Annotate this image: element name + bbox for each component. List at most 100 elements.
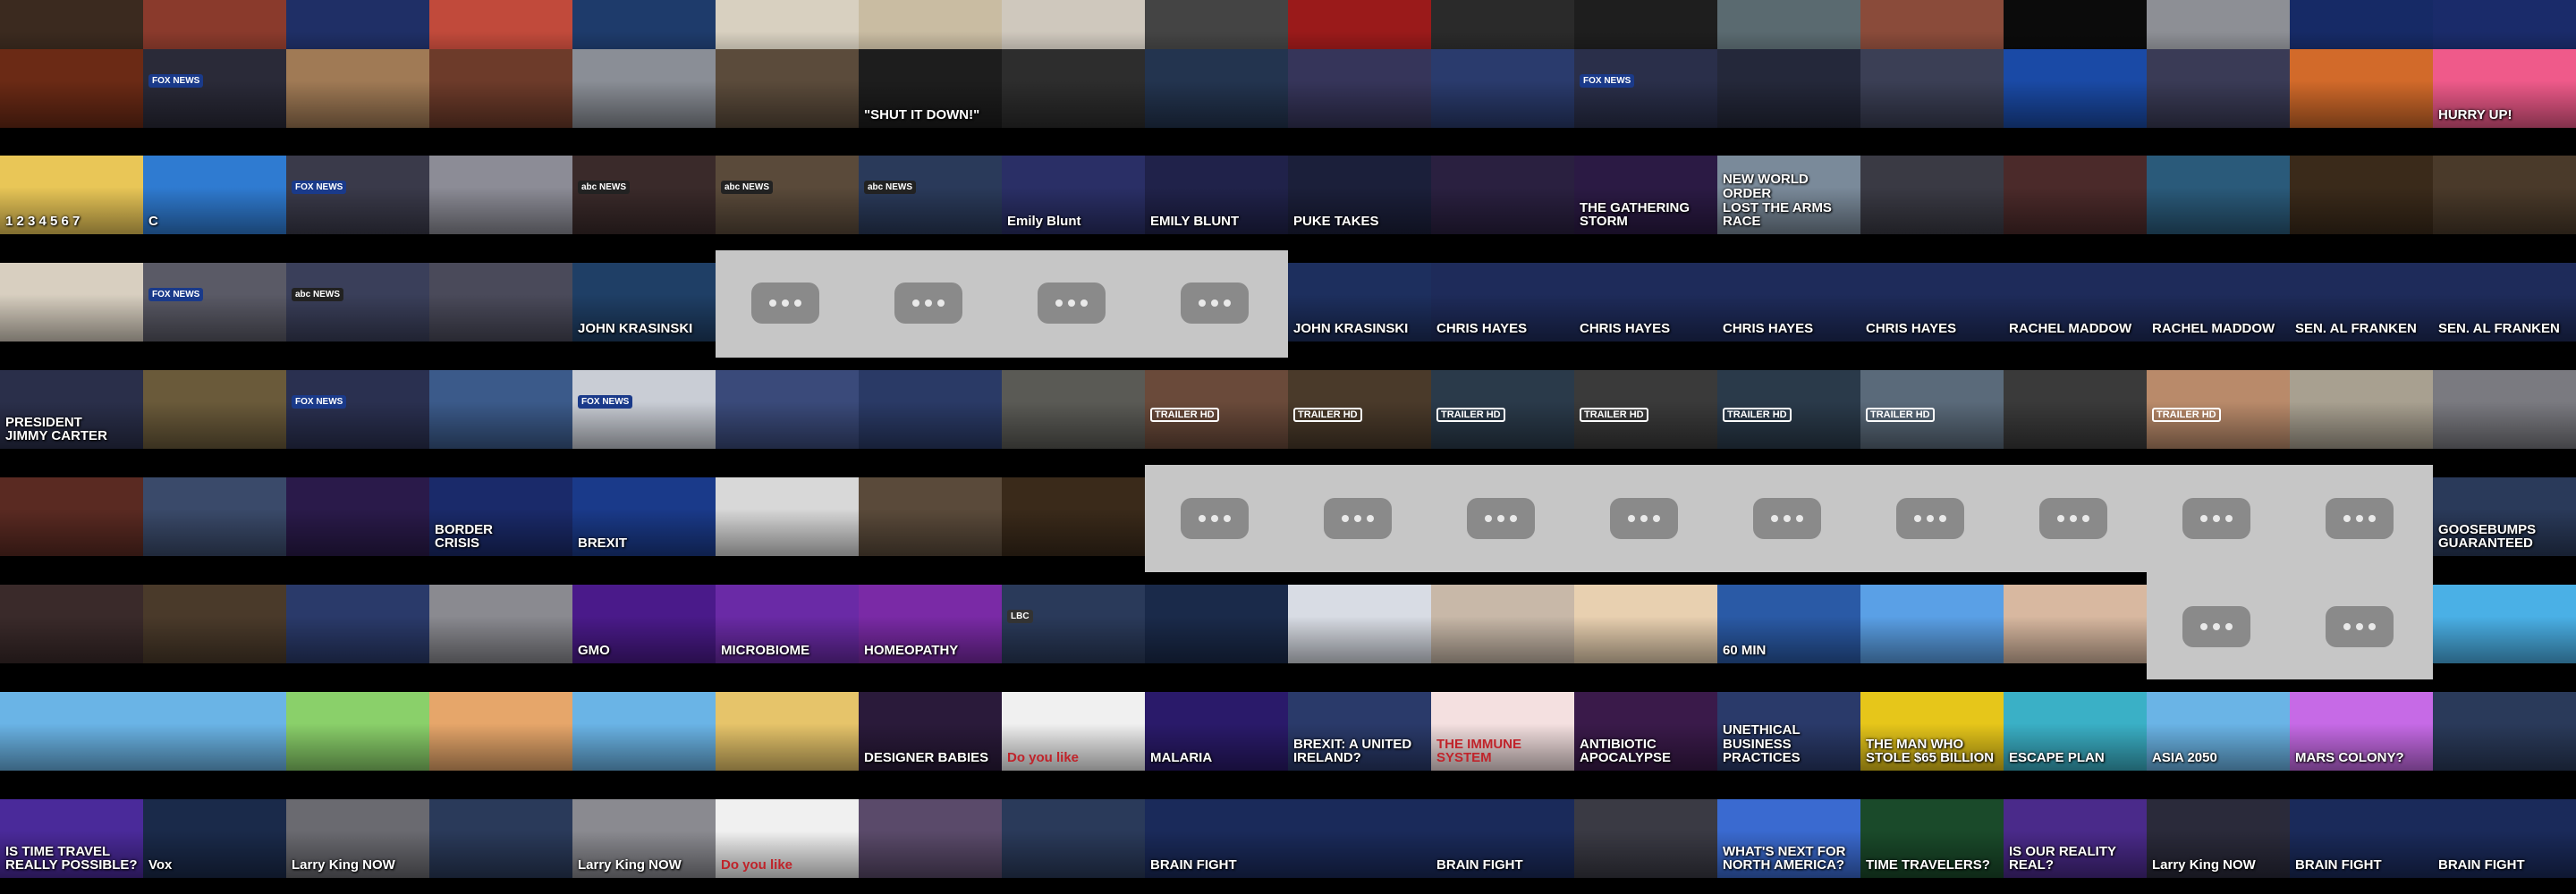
- video-thumbnail[interactable]: [429, 49, 572, 128]
- video-thumbnail[interactable]: LBC: [1002, 585, 1145, 663]
- video-thumbnail[interactable]: [2290, 156, 2433, 234]
- video-thumbnail[interactable]: [2004, 585, 2147, 663]
- video-thumbnail[interactable]: [1860, 585, 2004, 663]
- video-thumbnail[interactable]: [1002, 477, 1145, 556]
- video-thumbnail[interactable]: MARS COLONY?: [2290, 692, 2433, 771]
- more-options-button[interactable]: [1467, 498, 1535, 539]
- more-options-button[interactable]: [1896, 498, 1964, 539]
- video-thumbnail[interactable]: IS OUR REALITY REAL?: [2004, 799, 2147, 878]
- video-thumbnail[interactable]: [2147, 49, 2290, 128]
- video-thumbnail[interactable]: [0, 585, 143, 663]
- video-thumbnail[interactable]: MICROBIOME: [716, 585, 859, 663]
- video-thumbnail[interactable]: TRAILER HD: [1431, 370, 1574, 449]
- video-thumbnail[interactable]: [2433, 585, 2576, 663]
- video-thumbnail[interactable]: "SHUT IT DOWN!": [859, 49, 1002, 128]
- more-options-button[interactable]: [2039, 498, 2107, 539]
- video-thumbnail[interactable]: Do you like: [716, 799, 859, 878]
- video-thumbnail[interactable]: [429, 799, 572, 878]
- video-thumbnail[interactable]: Larry King NOW: [2147, 799, 2290, 878]
- more-options-button[interactable]: [2326, 498, 2394, 539]
- video-thumbnail[interactable]: FOX NEWS: [572, 370, 716, 449]
- video-thumbnail[interactable]: FOX NEWS: [286, 156, 429, 234]
- video-thumbnail[interactable]: Do you like: [1002, 692, 1145, 771]
- video-thumbnail[interactable]: [2433, 156, 2576, 234]
- more-options-button[interactable]: [894, 283, 962, 324]
- more-options-button[interactable]: [1753, 498, 1821, 539]
- video-thumbnail[interactable]: [2004, 370, 2147, 449]
- video-thumbnail[interactable]: BREXIT: [572, 477, 716, 556]
- video-thumbnail[interactable]: [2433, 692, 2576, 771]
- video-thumbnail[interactable]: SEN. AL FRANKEN: [2290, 263, 2433, 342]
- video-thumbnail[interactable]: CHRIS HAYES: [1860, 263, 2004, 342]
- video-thumbnail[interactable]: TRAILER HD: [1574, 370, 1717, 449]
- video-thumbnail[interactable]: [429, 692, 572, 771]
- video-thumbnail[interactable]: [2004, 49, 2147, 128]
- video-thumbnail[interactable]: [2290, 49, 2433, 128]
- video-thumbnail[interactable]: BRAIN FIGHT: [1431, 799, 1574, 878]
- video-thumbnail[interactable]: [1288, 799, 1431, 878]
- video-thumbnail[interactable]: NEW WORLD ORDER LOST THE ARMS RACE: [1717, 156, 1860, 234]
- video-thumbnail[interactable]: [2433, 370, 2576, 449]
- video-thumbnail[interactable]: [2147, 156, 2290, 234]
- video-thumbnail[interactable]: TIME TRAVELERS?: [1860, 799, 2004, 878]
- video-thumbnail[interactable]: WHAT'S NEXT FOR NORTH AMERICA?: [1717, 799, 1860, 878]
- video-thumbnail[interactable]: [1431, 156, 1574, 234]
- video-thumbnail[interactable]: [1431, 585, 1574, 663]
- video-thumbnail[interactable]: Larry King NOW: [572, 799, 716, 878]
- more-options-button[interactable]: [2182, 498, 2250, 539]
- video-thumbnail[interactable]: [1145, 585, 1288, 663]
- video-thumbnail[interactable]: JOHN KRASINSKI: [572, 263, 716, 342]
- video-thumbnail[interactable]: [1860, 156, 2004, 234]
- video-thumbnail[interactable]: Larry King NOW: [286, 799, 429, 878]
- more-options-button[interactable]: [1181, 498, 1249, 539]
- video-thumbnail[interactable]: HOMEOPATHY: [859, 585, 1002, 663]
- video-thumbnail[interactable]: [1145, 49, 1288, 128]
- video-thumbnail[interactable]: EMILY BLUNT: [1145, 156, 1288, 234]
- video-thumbnail[interactable]: [143, 370, 286, 449]
- video-thumbnail[interactable]: [286, 49, 429, 128]
- video-thumbnail[interactable]: BREXIT: A UNITED IRELAND?: [1288, 692, 1431, 771]
- video-thumbnail[interactable]: CHRIS HAYES: [1574, 263, 1717, 342]
- video-thumbnail[interactable]: [716, 49, 859, 128]
- video-thumbnail[interactable]: THE IMMUNE SYSTEM: [1431, 692, 1574, 771]
- video-thumbnail[interactable]: C: [143, 156, 286, 234]
- video-thumbnail[interactable]: DESIGNER BABIES: [859, 692, 1002, 771]
- more-options-button[interactable]: [1181, 283, 1249, 324]
- more-options-button[interactable]: [751, 283, 819, 324]
- video-thumbnail[interactable]: [143, 477, 286, 556]
- video-thumbnail[interactable]: BRAIN FIGHT: [2433, 799, 2576, 878]
- video-thumbnail[interactable]: [572, 692, 716, 771]
- video-thumbnail[interactable]: FOX NEWS: [143, 49, 286, 128]
- video-thumbnail[interactable]: RACHEL MADDOW: [2147, 263, 2290, 342]
- more-options-button[interactable]: [2182, 606, 2250, 647]
- video-thumbnail[interactable]: TRAILER HD: [1860, 370, 2004, 449]
- video-thumbnail[interactable]: SEN. AL FRANKEN: [2433, 263, 2576, 342]
- video-thumbnail[interactable]: [1431, 49, 1574, 128]
- video-thumbnail[interactable]: CHRIS HAYES: [1431, 263, 1574, 342]
- video-thumbnail[interactable]: abc NEWS: [572, 156, 716, 234]
- video-thumbnail[interactable]: [859, 370, 1002, 449]
- video-thumbnail[interactable]: [286, 585, 429, 663]
- video-thumbnail[interactable]: [1574, 585, 1717, 663]
- video-thumbnail[interactable]: [0, 263, 143, 342]
- video-thumbnail[interactable]: FOX NEWS: [1574, 49, 1717, 128]
- video-thumbnail[interactable]: [0, 692, 143, 771]
- video-thumbnail[interactable]: [429, 156, 572, 234]
- video-thumbnail[interactable]: [143, 692, 286, 771]
- video-thumbnail[interactable]: JOHN KRASINSKI: [1288, 263, 1431, 342]
- video-thumbnail[interactable]: GMO: [572, 585, 716, 663]
- video-thumbnail[interactable]: 60 MIN: [1717, 585, 1860, 663]
- more-options-button[interactable]: [1038, 283, 1106, 324]
- more-options-button[interactable]: [1610, 498, 1678, 539]
- video-thumbnail[interactable]: MALARIA: [1145, 692, 1288, 771]
- video-thumbnail[interactable]: TRAILER HD: [2147, 370, 2290, 449]
- video-thumbnail[interactable]: TRAILER HD: [1717, 370, 1860, 449]
- video-thumbnail[interactable]: IS TIME TRAVEL REALLY POSSIBLE?: [0, 799, 143, 878]
- video-thumbnail[interactable]: ANTIBIOTIC APOCALYPSE: [1574, 692, 1717, 771]
- video-thumbnail[interactable]: GOOSEBUMPS GUARANTEED: [2433, 477, 2576, 556]
- video-thumbnail[interactable]: [859, 799, 1002, 878]
- video-thumbnail[interactable]: [1002, 49, 1145, 128]
- video-thumbnail[interactable]: abc NEWS: [859, 156, 1002, 234]
- video-thumbnail[interactable]: UNETHICAL BUSINESS PRACTICES: [1717, 692, 1860, 771]
- video-thumbnail[interactable]: ASIA 2050: [2147, 692, 2290, 771]
